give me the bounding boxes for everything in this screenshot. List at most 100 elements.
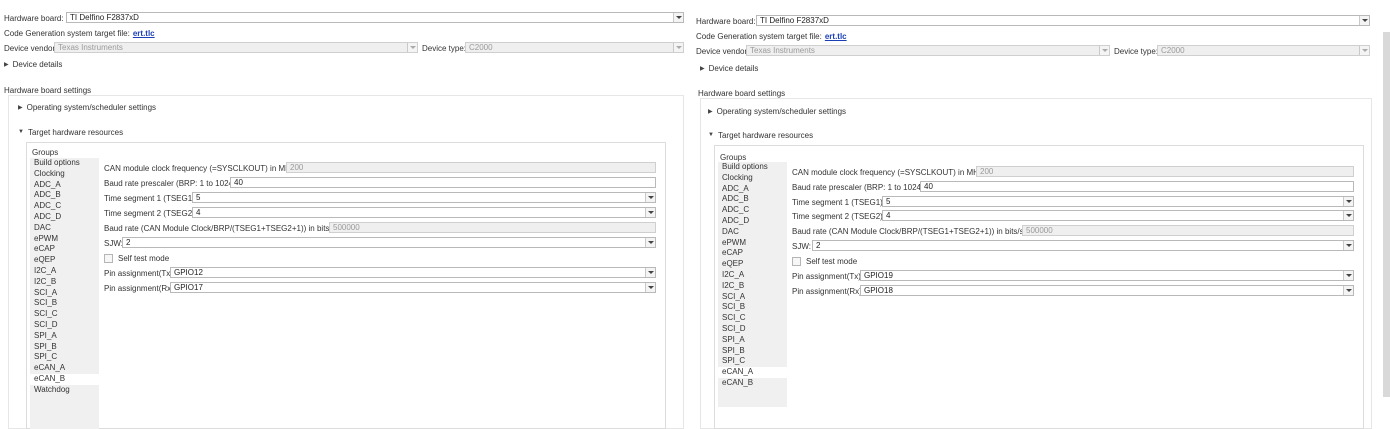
- hardware-board-dropdown[interactable]: TI Delfino F2837xD: [756, 15, 1370, 26]
- group-item[interactable]: Clocking: [30, 169, 99, 180]
- hardware-board-value: TI Delfino F2837xD: [760, 16, 829, 25]
- group-item[interactable]: I2C_A: [718, 270, 787, 281]
- tx-dropdown[interactable]: GPIO12: [170, 267, 656, 278]
- brp-value: 40: [234, 178, 243, 187]
- chevron-down-icon[interactable]: [645, 283, 655, 292]
- chevron-down-icon: [673, 43, 683, 52]
- group-item[interactable]: eCAP: [718, 248, 787, 259]
- device-type-dropdown: C2000: [1157, 45, 1370, 56]
- group-item[interactable]: ADC_B: [30, 190, 99, 201]
- group-item[interactable]: Build options: [718, 162, 787, 173]
- group-item-selected[interactable]: eCAN_A: [718, 367, 787, 378]
- self-test-checkbox[interactable]: [792, 256, 801, 266]
- chevron-down-icon[interactable]: [645, 268, 655, 277]
- target-resources-toggle[interactable]: ▼ Target hardware resources: [18, 126, 123, 138]
- group-item[interactable]: I2C_B: [30, 277, 99, 288]
- group-item[interactable]: DAC: [718, 227, 787, 238]
- group-item[interactable]: DAC: [30, 223, 99, 234]
- tseg2-dropdown[interactable]: 4: [192, 207, 656, 218]
- brp-input[interactable]: 40: [920, 181, 1354, 192]
- group-item[interactable]: SCI_B: [718, 302, 787, 313]
- group-item[interactable]: Build options: [30, 158, 99, 169]
- group-item[interactable]: I2C_B: [718, 281, 787, 292]
- rx-dropdown[interactable]: GPIO18: [860, 285, 1354, 296]
- target-resources-toggle[interactable]: ▼ Target hardware resources: [708, 129, 813, 141]
- chevron-down-icon[interactable]: [1343, 211, 1353, 220]
- group-item[interactable]: ePWM: [718, 238, 787, 249]
- right-config-panel: Hardware board: TI Delfino F2837xD Code …: [690, 0, 1390, 429]
- group-item[interactable]: ADC_A: [718, 184, 787, 195]
- baud-field: 500000: [1022, 225, 1354, 236]
- group-item[interactable]: ADC_C: [718, 205, 787, 216]
- chevron-down-icon[interactable]: [645, 238, 655, 247]
- chevron-down-icon[interactable]: [1343, 271, 1353, 280]
- device-type-row: Device type:: [1114, 45, 1158, 57]
- group-item[interactable]: I2C_A: [30, 266, 99, 277]
- group-item[interactable]: SPI_A: [30, 331, 99, 342]
- chevron-down-icon[interactable]: [645, 193, 655, 202]
- brp-input[interactable]: 40: [230, 177, 656, 188]
- chevron-down-icon[interactable]: [1343, 241, 1353, 250]
- chevron-down-icon: [1359, 46, 1369, 55]
- tx-dropdown[interactable]: GPIO19: [860, 270, 1354, 281]
- device-vendor-value: Texas Instruments: [58, 43, 123, 52]
- os-settings-toggle[interactable]: ▶ Operating system/scheduler settings: [18, 101, 156, 113]
- group-item[interactable]: eQEP: [718, 259, 787, 270]
- codegen-label: Code Generation system target file:: [696, 31, 822, 41]
- group-item[interactable]: SCI_D: [718, 324, 787, 335]
- device-vendor-dropdown: Texas Instruments: [746, 45, 1110, 56]
- sjw-dropdown[interactable]: 2: [122, 237, 656, 248]
- group-item[interactable]: ADC_B: [718, 194, 787, 205]
- baud-row: Baud rate (CAN Module Clock/BRP/(TSEG1+T…: [792, 225, 1034, 237]
- codegen-link[interactable]: ert.tlc: [825, 32, 847, 41]
- group-item[interactable]: SPI_B: [718, 346, 787, 357]
- group-item[interactable]: SPI_C: [30, 352, 99, 363]
- chevron-down-icon[interactable]: [645, 208, 655, 217]
- group-item[interactable]: ADC_A: [30, 180, 99, 191]
- tseg2-dropdown[interactable]: 4: [882, 210, 1354, 221]
- os-settings-toggle[interactable]: ▶ Operating system/scheduler settings: [708, 105, 846, 117]
- group-item[interactable]: eCAN_B: [718, 378, 787, 389]
- codegen-row: Code Generation system target file: ert.…: [696, 30, 847, 42]
- group-item-selected[interactable]: eCAN_B: [30, 373, 99, 385]
- group-item[interactable]: SCI_C: [30, 309, 99, 320]
- vertical-scrollbar[interactable]: [1383, 32, 1390, 397]
- group-item[interactable]: SCI_C: [718, 313, 787, 324]
- group-item[interactable]: SPI_A: [718, 335, 787, 346]
- group-item[interactable]: SCI_A: [30, 288, 99, 299]
- chevron-down-icon[interactable]: [1343, 286, 1353, 295]
- group-item[interactable]: eQEP: [30, 255, 99, 266]
- group-item[interactable]: SCI_A: [718, 292, 787, 303]
- group-item[interactable]: SPI_B: [30, 342, 99, 353]
- sjw-dropdown[interactable]: 2: [812, 240, 1354, 251]
- tseg1-dropdown[interactable]: 5: [882, 196, 1354, 207]
- tseg1-dropdown[interactable]: 5: [192, 192, 656, 203]
- self-test-row[interactable]: Self test mode: [792, 255, 857, 267]
- group-item[interactable]: eCAP: [30, 244, 99, 255]
- group-item[interactable]: SPI_C: [718, 356, 787, 367]
- rx-dropdown[interactable]: GPIO17: [170, 282, 656, 293]
- baud-label: Baud rate (CAN Module Clock/BRP/(TSEG1+T…: [792, 226, 1035, 236]
- group-item[interactable]: SCI_D: [30, 320, 99, 331]
- codegen-link[interactable]: ert.tlc: [133, 29, 155, 38]
- group-item[interactable]: Clocking: [718, 173, 787, 184]
- device-details-toggle[interactable]: ▶ Device details: [700, 62, 758, 74]
- group-item[interactable]: ePWM: [30, 234, 99, 245]
- chevron-down-icon[interactable]: [1359, 16, 1369, 25]
- self-test-row[interactable]: Self test mode: [104, 252, 169, 264]
- rx-value: GPIO17: [174, 283, 203, 292]
- hardware-board-dropdown[interactable]: TI Delfino F2837xD: [66, 12, 684, 23]
- group-item[interactable]: SCI_B: [30, 298, 99, 309]
- device-details-toggle[interactable]: ▶ Device details: [4, 58, 62, 70]
- group-item[interactable]: ADC_C: [30, 201, 99, 212]
- chevron-down-icon[interactable]: [1343, 197, 1353, 206]
- group-item[interactable]: ADC_D: [718, 216, 787, 227]
- self-test-checkbox[interactable]: [104, 253, 113, 263]
- tx-label: Pin assignment(Tx):: [104, 268, 176, 278]
- group-item[interactable]: Watchdog: [30, 385, 99, 396]
- group-item[interactable]: ADC_D: [30, 212, 99, 223]
- hw-settings-title: Hardware board settings: [698, 88, 786, 98]
- chevron-down-icon[interactable]: [673, 13, 683, 22]
- brp-row: Baud rate prescaler (BRP: 1 to 1024):: [104, 177, 238, 189]
- group-item[interactable]: eCAN_A: [30, 363, 99, 374]
